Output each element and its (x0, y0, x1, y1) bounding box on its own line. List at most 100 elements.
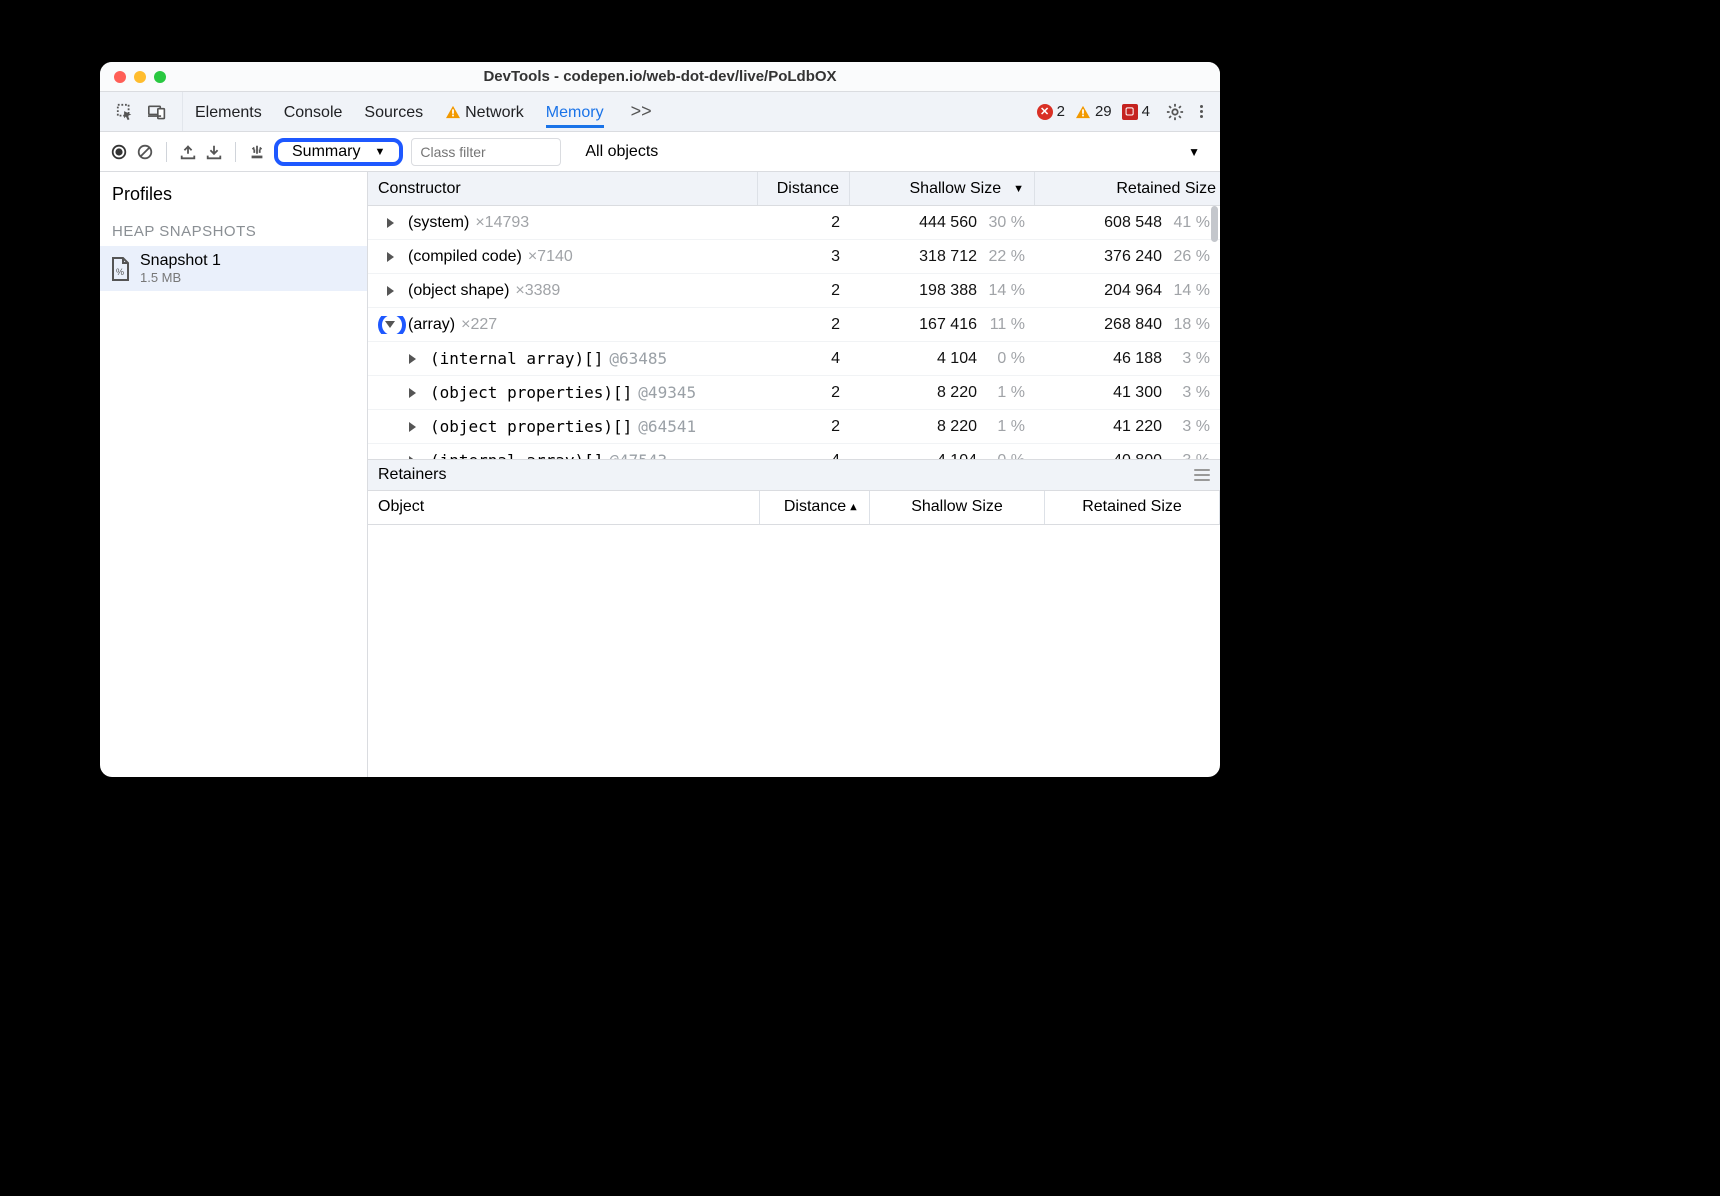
row-label: (compiled code) (408, 248, 522, 266)
load-profile-button[interactable] (179, 143, 197, 161)
cell-retained: 204 96414 % (1035, 282, 1220, 300)
retainers-header: Retainers (368, 459, 1220, 491)
window-titlebar: DevTools - codepen.io/web-dot-dev/live/P… (100, 62, 1220, 92)
record-button[interactable] (110, 143, 128, 161)
device-mode-icon[interactable] (148, 103, 166, 121)
warning-badge[interactable]: 29 (1075, 103, 1112, 120)
retainers-col-shallow[interactable]: Shallow Size (870, 491, 1045, 524)
profiles-panel: Profiles HEAP SNAPSHOTS % Snapshot 1 1.5… (100, 172, 368, 777)
retainers-col-object[interactable]: Object (368, 491, 760, 524)
kebab-icon[interactable] (1192, 103, 1210, 121)
table-row[interactable]: (object properties)[] @6454128 2201 %41 … (368, 410, 1220, 444)
table-row[interactable]: (internal array)[] @6348544 1040 %46 188… (368, 342, 1220, 376)
row-label: (array) (408, 316, 455, 334)
cell-shallow: 318 71222 % (850, 248, 1035, 266)
expand-toggle[interactable] (400, 456, 424, 459)
main-tabbar: Elements Console Sources Network Memory … (100, 92, 1220, 132)
table-row[interactable]: (object properties)[] @4934528 2201 %41 … (368, 376, 1220, 410)
table-row[interactable]: (array) ×2272167 41611 %268 84018 % (368, 308, 1220, 342)
save-profile-button[interactable] (205, 143, 223, 161)
profiles-title: Profiles (100, 172, 367, 211)
col-retained-size[interactable]: Retained Size (1035, 172, 1220, 205)
chevron-right-icon (409, 388, 416, 398)
row-count: ×14793 (475, 214, 529, 232)
snapshot-item[interactable]: % Snapshot 1 1.5 MB (100, 246, 367, 291)
console-badges[interactable]: ✕ 2 29 ▢ 4 (1037, 103, 1150, 120)
tab-console[interactable]: Console (284, 96, 343, 128)
chevron-right-icon (387, 218, 394, 228)
tab-memory[interactable]: Memory (546, 96, 604, 128)
expand-toggle[interactable] (400, 354, 424, 364)
chevron-down-icon[interactable]: ▼ (1188, 145, 1200, 159)
view-select[interactable]: Summary ▼ (274, 138, 403, 166)
retainers-col-retained[interactable]: Retained Size (1045, 491, 1220, 524)
cell-shallow: 198 38814 % (850, 282, 1035, 300)
cell-retained: 41 3003 % (1035, 384, 1220, 402)
scrollbar-thumb[interactable] (1211, 206, 1218, 242)
retainers-col-distance[interactable]: Distance▼ (760, 491, 870, 524)
tab-sources[interactable]: Sources (364, 96, 423, 128)
traffic-lights (100, 71, 186, 83)
expand-toggle[interactable] (378, 252, 402, 262)
row-count: ×227 (461, 316, 497, 334)
issues-count: 4 (1142, 103, 1150, 120)
issues-icon: ▢ (1122, 104, 1138, 120)
close-icon[interactable] (114, 71, 126, 83)
chevron-down-icon (385, 321, 395, 328)
table-row[interactable]: (compiled code) ×71403318 71222 %376 240… (368, 240, 1220, 274)
cell-shallow: 8 2201 % (850, 418, 1035, 436)
class-filter-input[interactable] (411, 138, 561, 166)
expand-toggle[interactable] (378, 218, 402, 228)
tab-network-label: Network (465, 104, 524, 121)
heap-snapshots-section: HEAP SNAPSHOTS (100, 211, 367, 242)
object-id: @63485 (609, 349, 667, 368)
tab-network[interactable]: Network (445, 96, 524, 128)
cell-shallow: 8 2201 % (850, 384, 1035, 402)
gear-icon[interactable] (1166, 103, 1184, 121)
retainers-title: Retainers (378, 466, 446, 484)
row-label: (internal array)[] (430, 451, 603, 459)
expand-toggle[interactable] (378, 286, 402, 296)
cell-retained: 40 8003 % (1035, 452, 1220, 459)
object-filter-select[interactable]: All objects (585, 143, 658, 161)
retainers-table-header: Object Distance▼ Shallow Size Retained S… (368, 491, 1220, 525)
zoom-icon[interactable] (154, 71, 166, 83)
row-count: ×3389 (515, 282, 560, 300)
col-shallow-size[interactable]: Shallow Size ▼ (850, 172, 1035, 205)
clear-button[interactable] (136, 143, 154, 161)
cell-distance: 4 (758, 452, 850, 459)
title-prefix: DevTools - (483, 68, 563, 85)
menu-icon[interactable] (1194, 469, 1210, 481)
grid-body[interactable]: (system) ×147932444 56030 %608 54841 %(c… (368, 206, 1220, 459)
col-constructor[interactable]: Constructor (368, 172, 758, 205)
row-label: (object shape) (408, 282, 509, 300)
issues-badge[interactable]: ▢ 4 (1122, 103, 1150, 120)
minimize-icon[interactable] (134, 71, 146, 83)
snapshot-size: 1.5 MB (140, 270, 221, 285)
expand-toggle[interactable] (400, 422, 424, 432)
retainers-distance-label: Distance (784, 498, 846, 516)
garbage-collect-button[interactable] (248, 143, 266, 161)
row-label: (object properties)[] (430, 417, 632, 436)
cell-distance: 2 (758, 384, 850, 402)
table-row[interactable]: (system) ×147932444 56030 %608 54841 % (368, 206, 1220, 240)
table-row[interactable]: (object shape) ×33892198 38814 %204 9641… (368, 274, 1220, 308)
sort-desc-icon: ▼ (1013, 183, 1024, 195)
col-distance[interactable]: Distance (758, 172, 850, 205)
cell-retained: 46 1883 % (1035, 350, 1220, 368)
table-row[interactable]: (internal array)[] @4754344 1040 %40 800… (368, 444, 1220, 459)
inspect-icon[interactable] (116, 103, 134, 121)
object-id: @49345 (638, 383, 696, 402)
cell-retained: 608 54841 % (1035, 214, 1220, 232)
snapshot-name: Snapshot 1 (140, 252, 221, 270)
cell-shallow: 444 56030 % (850, 214, 1035, 232)
chevron-right-icon (387, 252, 394, 262)
expand-toggle[interactable] (400, 388, 424, 398)
object-id: @64541 (638, 417, 696, 436)
expand-toggle[interactable] (378, 321, 402, 328)
cell-distance: 2 (758, 418, 850, 436)
tab-elements[interactable]: Elements (195, 96, 262, 128)
warning-count: 29 (1095, 103, 1112, 120)
error-badge[interactable]: ✕ 2 (1037, 103, 1065, 120)
more-tabs-button[interactable]: >> (631, 101, 652, 122)
